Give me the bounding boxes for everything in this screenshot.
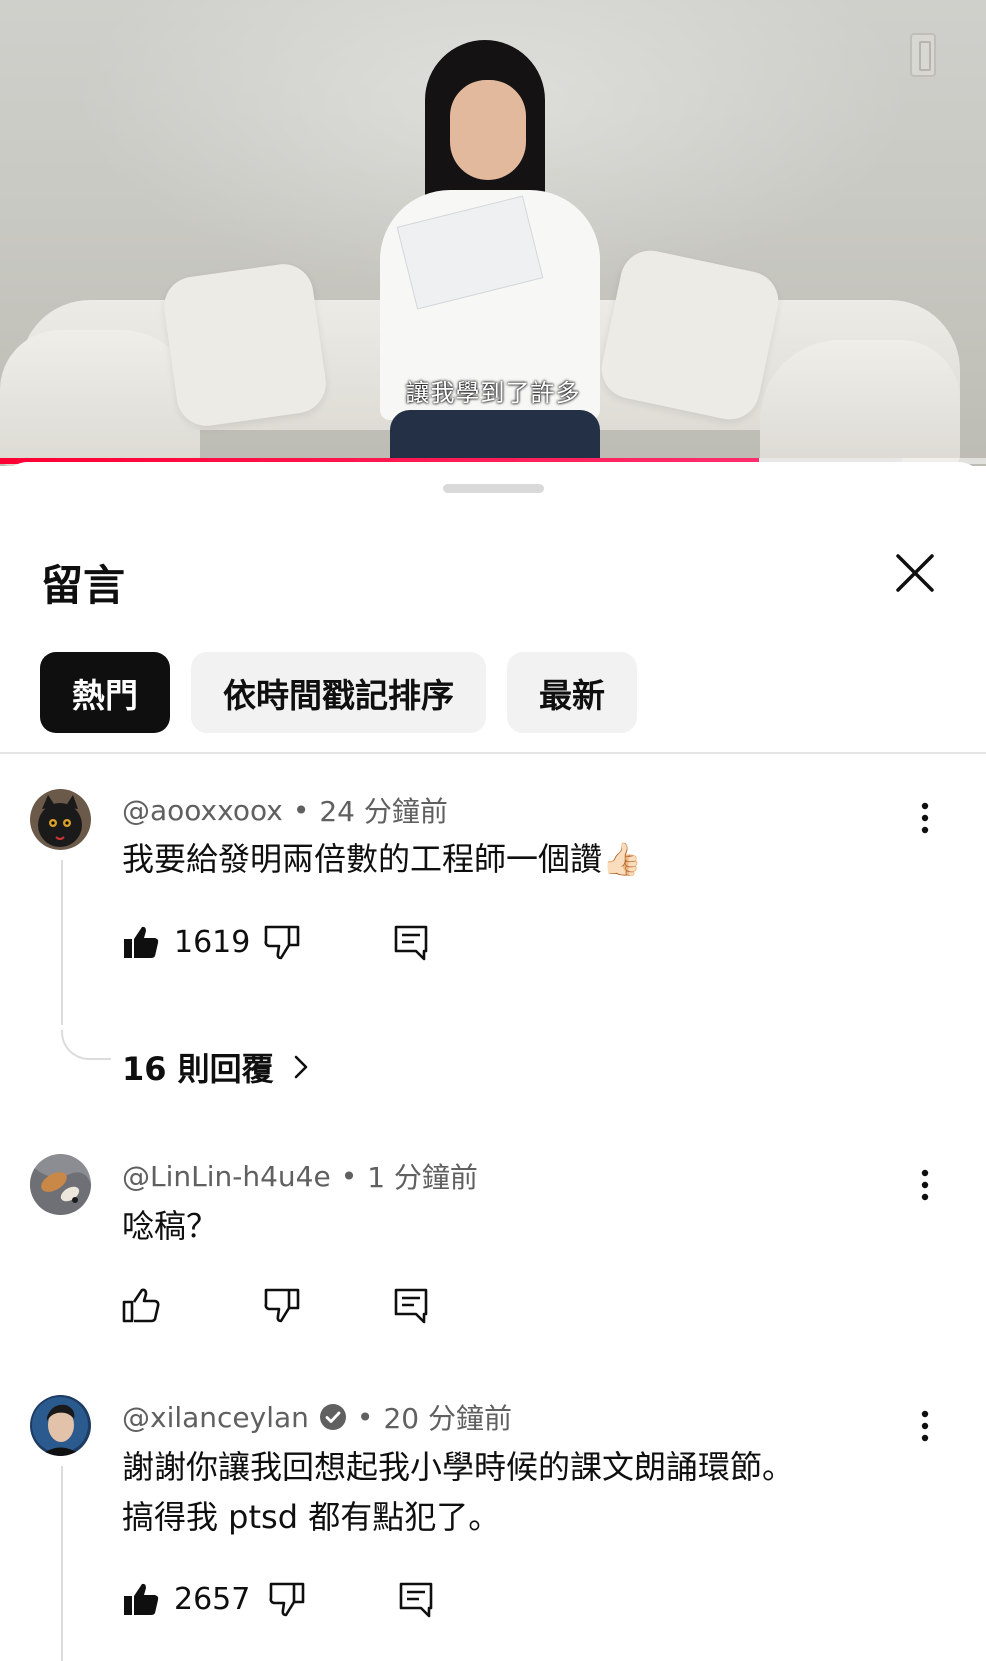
like-button[interactable]: 2657 — [122, 1577, 250, 1621]
thumbs-down-icon — [264, 1288, 300, 1323]
reply-icon — [394, 925, 428, 961]
comment-text: 唸稿？ — [122, 1207, 219, 1245]
meta-separator: • — [356, 1400, 374, 1434]
comment-meta: @aooxxoox • 24 分鐘前 — [122, 790, 448, 830]
avatar[interactable] — [30, 1395, 91, 1456]
comment-time: 24 分鐘前 — [319, 795, 448, 828]
comment-text: 我要給發明兩倍數的工程師一個讚👍🏻 — [122, 840, 642, 878]
more-vert-icon — [921, 802, 929, 834]
like-button[interactable] — [122, 1283, 174, 1327]
meta-separator: • — [292, 793, 310, 827]
reply-icon — [394, 1288, 428, 1324]
thread-line — [61, 1466, 111, 1661]
thumbs-up-icon — [122, 1288, 160, 1323]
view-replies-button[interactable]: 16 則回覆 — [122, 1044, 312, 1090]
chevron-right-icon — [294, 1055, 307, 1079]
dislike-button[interactable] — [263, 920, 301, 964]
meta-separator: • — [340, 1159, 358, 1193]
avatar[interactable] — [30, 789, 91, 850]
reply-button[interactable] — [392, 1283, 430, 1327]
close-icon — [896, 554, 934, 592]
avatar[interactable] — [30, 1154, 91, 1215]
comment-time: 1 分鐘前 — [367, 1161, 478, 1194]
more-options-button[interactable] — [910, 1406, 940, 1446]
comment-author[interactable]: @aooxxoox — [122, 794, 283, 827]
chip-top[interactable]: 熱門 — [40, 652, 170, 733]
comment-author[interactable]: @LinLin-h4u4e — [122, 1160, 331, 1193]
like-count: 1619 — [174, 924, 251, 960]
comment-time: 20 分鐘前 — [383, 1402, 512, 1435]
reply-button[interactable] — [392, 920, 430, 964]
chip-timestamp[interactable]: 依時間戳記排序 — [191, 652, 486, 733]
more-options-button[interactable] — [910, 1165, 940, 1205]
comment-meta: @LinLin-h4u4e • 1 分鐘前 — [122, 1156, 478, 1196]
thumbs-up-filled-icon — [124, 1583, 159, 1615]
thumbs-up-filled-icon — [124, 926, 159, 958]
video-subtitle: 讓我學到了許多 — [405, 379, 581, 407]
sort-chips: 熱門 依時間戳記排序 最新 — [40, 652, 637, 733]
replies-label: 16 則回覆 — [122, 1050, 274, 1088]
like-button[interactable]: 1619 — [122, 920, 250, 964]
more-vert-icon — [921, 1410, 929, 1442]
video-player[interactable]: 讓我學到了許多 — [0, 0, 986, 466]
thumbs-down-icon — [264, 925, 300, 960]
comment-text-line-2: 搞得我 ptsd 都有點犯了。 — [122, 1498, 501, 1536]
chip-newest[interactable]: 最新 — [507, 652, 637, 733]
more-vert-icon — [921, 1169, 929, 1201]
divider — [0, 752, 986, 754]
drag-handle[interactable] — [443, 484, 544, 493]
comment-text-line-1: 謝謝你讓我回想起我小學時候的課文朗誦環節。 — [122, 1448, 795, 1486]
wall-switch — [910, 33, 936, 77]
dislike-button[interactable] — [268, 1577, 306, 1621]
close-button[interactable] — [890, 548, 940, 598]
reply-button[interactable] — [397, 1577, 435, 1621]
reply-icon — [399, 1582, 433, 1618]
more-options-button[interactable] — [910, 798, 940, 838]
comment-meta: @xilanceylan • 20 分鐘前 — [122, 1397, 512, 1437]
dislike-button[interactable] — [263, 1283, 301, 1327]
sheet-title: 留言 — [41, 561, 126, 610]
thumbs-down-icon — [269, 1582, 305, 1617]
verified-badge-icon — [319, 1404, 346, 1430]
like-count: 2657 — [174, 1581, 251, 1617]
thread-line — [61, 860, 111, 1025]
comment-author[interactable]: @xilanceylan — [122, 1401, 309, 1434]
